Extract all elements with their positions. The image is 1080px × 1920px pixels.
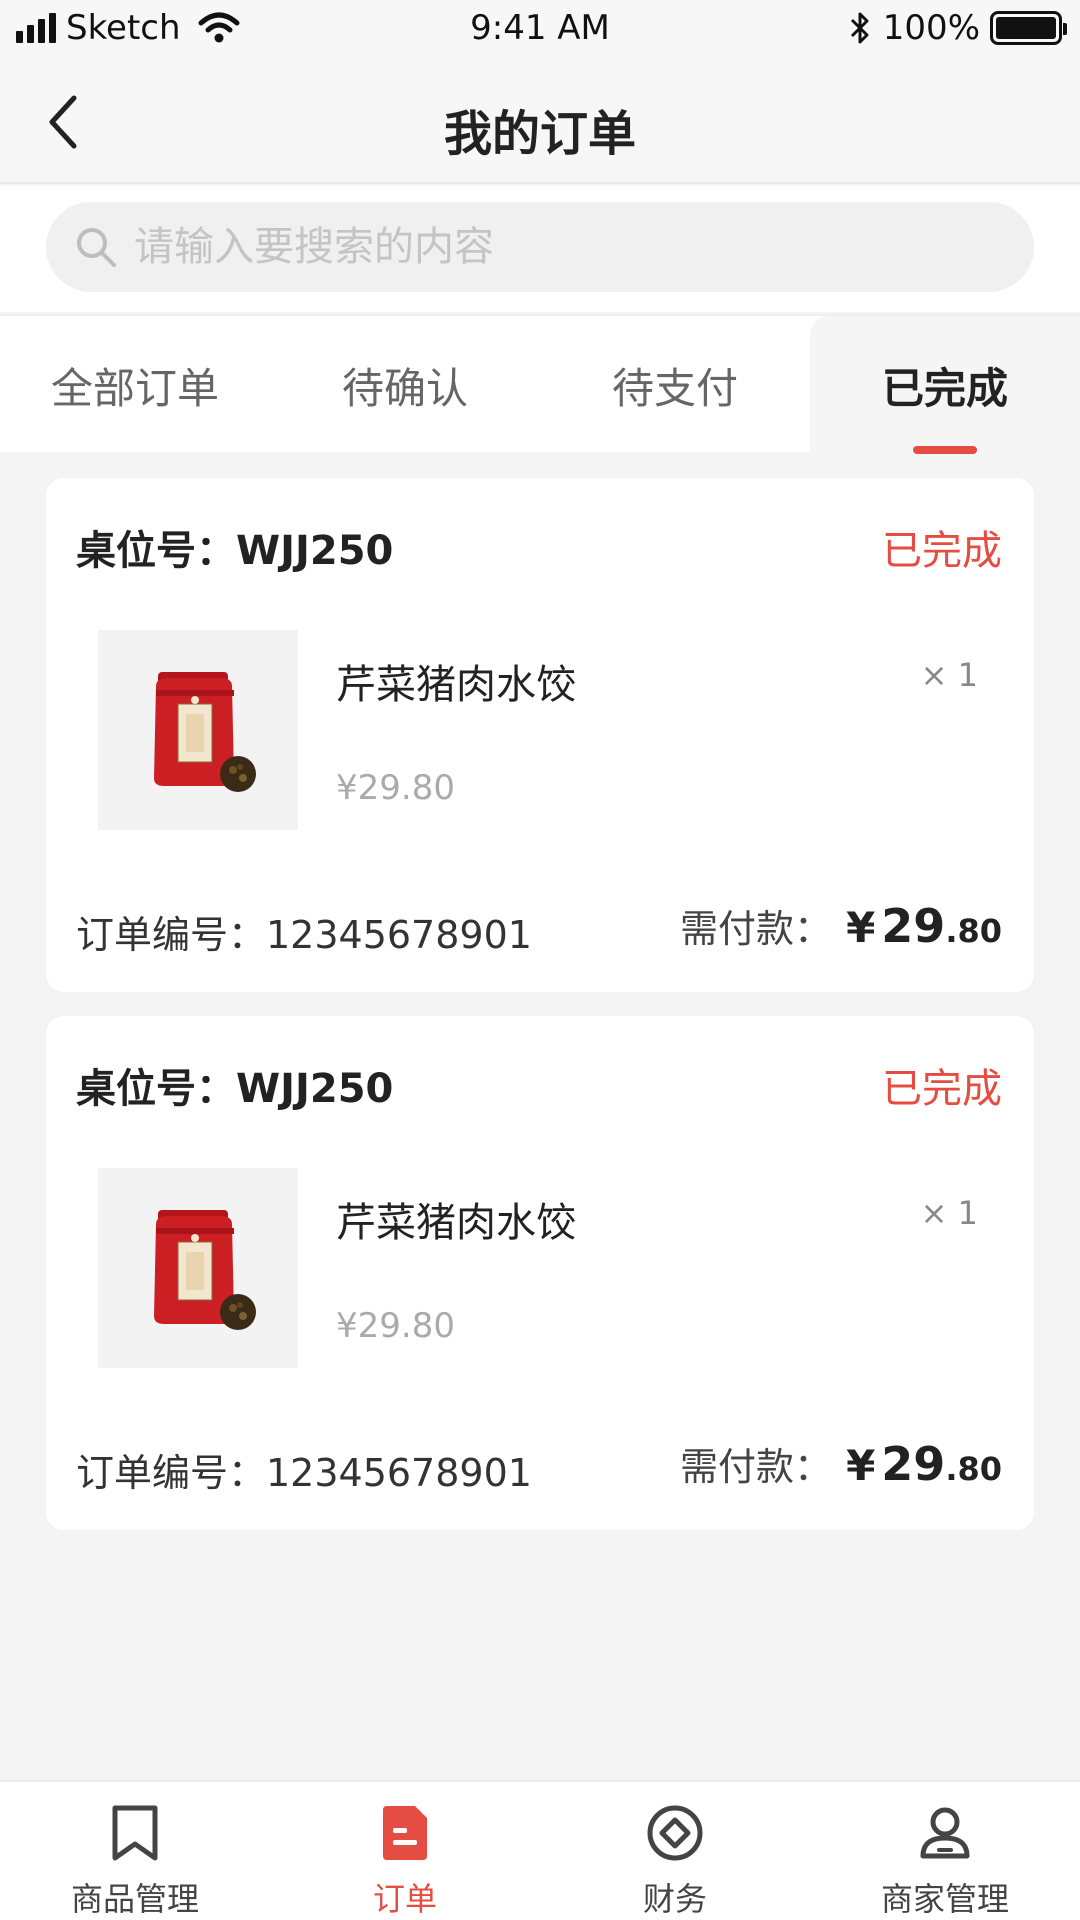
status-bar: Sketch 9:41 AM 100% (0, 0, 1080, 60)
page-title: 我的订单 (443, 106, 636, 162)
tabbar-item-product-management[interactable]: 商品管理 (0, 1782, 270, 1920)
search-input[interactable] (134, 224, 934, 270)
tea-jar-image (154, 672, 256, 792)
tab-label: 待确认 (341, 363, 468, 413)
bottom-tab-bar: 商品管理 订单 财务 商家管理 (0, 1780, 1080, 1920)
order-status: 已完成 (882, 1066, 1002, 1112)
tabbar-item-orders[interactable]: 订单 (270, 1782, 540, 1920)
tab-all-orders[interactable]: 全部订单 (0, 316, 270, 454)
order-status: 已完成 (882, 528, 1002, 574)
payment-label: 需付款： (680, 1445, 833, 1489)
tab-label: 全部订单 (50, 363, 219, 413)
product-name: 芹菜猪肉水饺 (336, 662, 576, 708)
product-image (98, 1168, 298, 1368)
payment-amount: 需付款： ¥ 29 .80 (680, 898, 1002, 953)
order-card[interactable]: 桌位号：WJJ250 已完成 芹菜猪肉水饺 × 1 ¥29.80 订单编号：12… (46, 1016, 1034, 1530)
tabbar-label: 订单 (372, 1880, 437, 1918)
battery-icon (990, 11, 1067, 45)
product-image (98, 630, 298, 830)
tab-label: 已完成 (881, 363, 1008, 413)
finance-icon (647, 1805, 703, 1861)
tab-to-confirm[interactable]: 待确认 (270, 316, 540, 454)
tab-to-pay[interactable]: 待支付 (540, 316, 810, 454)
status-bar-right: 100% (849, 8, 1067, 48)
payment-decimal: .80 (945, 912, 1002, 950)
active-tab-indicator (913, 446, 977, 454)
payment-amount: 需付款： ¥ 29 .80 (680, 1436, 1002, 1491)
product-name: 芹菜猪肉水饺 (336, 1200, 576, 1246)
table-number: 桌位号：WJJ250 (76, 528, 394, 574)
tabbar-label: 商家管理 (880, 1880, 1009, 1918)
bluetooth-icon (850, 12, 869, 44)
table-number: 桌位号：WJJ250 (76, 1066, 394, 1112)
order-card[interactable]: 桌位号：WJJ250 已完成 芹菜猪肉水饺 × 1 ¥29.80 订单编号：12… (46, 478, 1034, 992)
product-price: ¥29.80 (336, 1306, 455, 1346)
product-quantity: × 1 (920, 1194, 978, 1232)
payment-label: 需付款： (680, 907, 833, 951)
payment-integer: 29 (881, 1437, 946, 1491)
order-document-icon (383, 1806, 427, 1860)
payment-integer: 29 (881, 899, 946, 953)
product-price: ¥29.80 (336, 768, 455, 808)
payment-decimal: .80 (945, 1450, 1002, 1488)
battery-percent: 100% (882, 8, 980, 48)
tab-completed[interactable]: 已完成 (810, 316, 1080, 454)
payment-currency: ¥ (846, 1441, 876, 1490)
nav-bar: 我的订单 (0, 60, 1080, 184)
order-number: 订单编号：12345678901 (76, 913, 532, 957)
search-area (0, 186, 1080, 312)
tabbar-label: 财务 (642, 1880, 707, 1918)
tab-label: 待支付 (611, 363, 738, 413)
payment-currency: ¥ (846, 903, 876, 952)
tea-jar-image (154, 1210, 256, 1330)
merchant-user-icon (920, 1807, 970, 1859)
search-box[interactable] (46, 202, 1034, 292)
order-status-tabs: 全部订单 待确认 待支付 已完成 (0, 314, 1080, 454)
search-icon (77, 228, 116, 267)
tabbar-item-finance[interactable]: 财务 (540, 1782, 810, 1920)
tabbar-label: 商品管理 (70, 1880, 199, 1918)
order-number: 订单编号：12345678901 (76, 1451, 532, 1495)
tabbar-item-merchant-management[interactable]: 商家管理 (810, 1782, 1080, 1920)
bookmark-icon (112, 1805, 158, 1861)
product-quantity: × 1 (920, 656, 978, 694)
